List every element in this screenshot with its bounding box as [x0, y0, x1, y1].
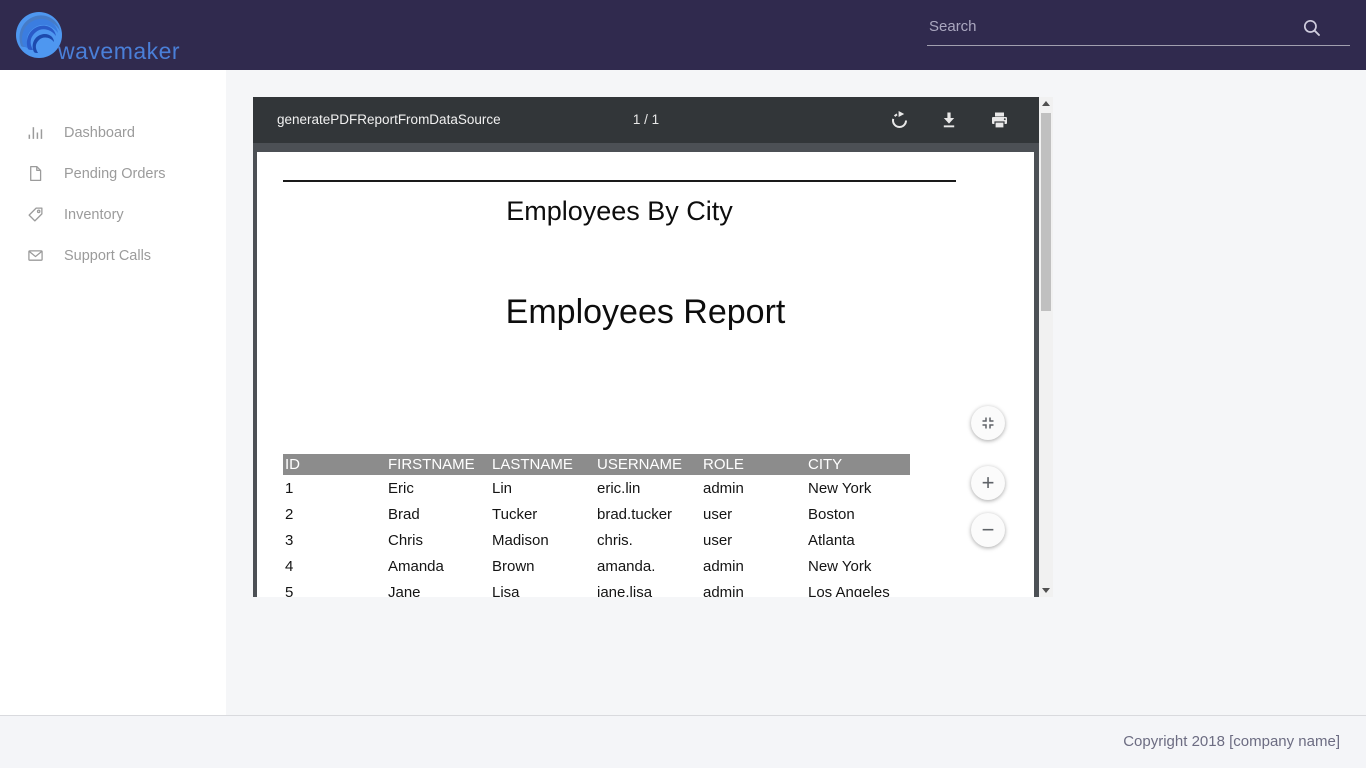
- employees-table: ID FIRSTNAME LASTNAME USERNAME ROLE CITY…: [283, 454, 910, 597]
- table-row: 3 Chris Madison chris. user Atlanta: [283, 527, 910, 553]
- zoom-in-button[interactable]: +: [971, 466, 1005, 500]
- table-cell: jane.lisa: [595, 579, 701, 597]
- table-cell: eric.lin: [595, 475, 701, 501]
- table-cell: Lisa: [490, 579, 595, 597]
- search-icon[interactable]: [1302, 18, 1322, 38]
- search-input[interactable]: [927, 14, 1350, 46]
- table-cell: Amanda: [386, 553, 490, 579]
- table-cell: admin: [701, 475, 806, 501]
- column-header: CITY: [806, 454, 910, 475]
- sidebar-item-inventory[interactable]: Inventory: [0, 194, 226, 235]
- document-title: Employees Report: [257, 293, 1034, 332]
- table-cell: 2: [283, 501, 386, 527]
- sidebar-item-pending-orders[interactable]: Pending Orders: [0, 153, 226, 194]
- table-cell: amanda.: [595, 553, 701, 579]
- table-cell: Madison: [490, 527, 595, 553]
- pdf-body: Employees By City Employees Report ID FI…: [253, 143, 1039, 597]
- table-cell: Jane: [386, 579, 490, 597]
- table-cell: Lin: [490, 475, 595, 501]
- tag-icon: [27, 206, 44, 223]
- table-row: 4 Amanda Brown amanda. admin New York: [283, 553, 910, 579]
- table-cell: 4: [283, 553, 386, 579]
- table-cell: 5: [283, 579, 386, 597]
- zoom-out-button[interactable]: −: [971, 513, 1005, 547]
- sidebar-item-label: Pending Orders: [64, 166, 166, 182]
- table-cell: user: [701, 501, 806, 527]
- pdf-scrollbar[interactable]: [1039, 97, 1053, 597]
- pdf-document-title: generatePDFReportFromDataSource: [277, 97, 501, 143]
- sidebar: Dashboard Pending Orders Inventory: [0, 70, 226, 715]
- table-row: 2 Brad Tucker brad.tucker user Boston: [283, 501, 910, 527]
- table-cell: Brad: [386, 501, 490, 527]
- sidebar-item-label: Dashboard: [64, 125, 135, 141]
- app-window: wavemaker Dashboard: [0, 0, 1366, 768]
- table-cell: New York: [806, 475, 910, 501]
- table-cell: Brown: [490, 553, 595, 579]
- table-cell: Tucker: [490, 501, 595, 527]
- document-subtitle: Employees By City: [283, 196, 956, 227]
- table-row: 1 Eric Lin eric.lin admin New York: [283, 475, 910, 501]
- table-cell: Eric: [386, 475, 490, 501]
- table-cell: Boston: [806, 501, 910, 527]
- table-cell: user: [701, 527, 806, 553]
- column-header: FIRSTNAME: [386, 454, 490, 475]
- scroll-down-arrow-icon[interactable]: [1039, 584, 1053, 597]
- table-cell: chris.: [595, 527, 701, 553]
- envelope-icon: [27, 247, 44, 264]
- scrollbar-thumb[interactable]: [1041, 113, 1051, 311]
- pdf-page: Employees By City Employees Report ID FI…: [257, 152, 1034, 597]
- app-footer: Copyright 2018 [company name]: [0, 715, 1366, 768]
- table-cell: New York: [806, 553, 910, 579]
- rotate-icon[interactable]: [889, 110, 909, 130]
- pdf-toolbar: 1 / 1 generatePDFReportFromDataSource: [253, 97, 1039, 143]
- column-header: LASTNAME: [490, 454, 595, 475]
- brand-logo[interactable]: wavemaker: [14, 4, 234, 66]
- fit-to-page-icon: [981, 416, 995, 430]
- download-icon[interactable]: [939, 110, 959, 130]
- column-header: ROLE: [701, 454, 806, 475]
- copyright-text: Copyright 2018 [company name]: [1123, 733, 1340, 750]
- column-header: USERNAME: [595, 454, 701, 475]
- app-header: wavemaker: [0, 0, 1366, 70]
- table-cell: Atlanta: [806, 527, 910, 553]
- sidebar-item-support-calls[interactable]: Support Calls: [0, 235, 226, 276]
- document-divider-line: [283, 180, 956, 182]
- search-box: [927, 14, 1350, 50]
- table-cell: admin: [701, 553, 806, 579]
- table-row: 5 Jane Lisa jane.lisa admin Los Angeles: [283, 579, 910, 597]
- column-header: ID: [283, 454, 386, 475]
- bar-chart-icon: [27, 124, 44, 141]
- print-icon[interactable]: [989, 110, 1009, 130]
- pdf-viewer: 1 / 1 generatePDFReportFromDataSource: [253, 97, 1053, 597]
- pdf-toolbar-actions: [889, 97, 1009, 143]
- sidebar-item-dashboard[interactable]: Dashboard: [0, 112, 226, 153]
- table-cell: Los Angeles: [806, 579, 910, 597]
- fit-to-page-button[interactable]: [971, 406, 1005, 440]
- brand-name: wavemaker: [58, 38, 180, 65]
- table-cell: Chris: [386, 527, 490, 553]
- table-cell: 3: [283, 527, 386, 553]
- table-cell: admin: [701, 579, 806, 597]
- sidebar-item-label: Inventory: [64, 207, 124, 223]
- table-cell: brad.tucker: [595, 501, 701, 527]
- sidebar-item-label: Support Calls: [64, 248, 151, 264]
- table-cell: 1: [283, 475, 386, 501]
- table-header-row: ID FIRSTNAME LASTNAME USERNAME ROLE CITY: [283, 454, 910, 475]
- scroll-up-arrow-icon[interactable]: [1039, 97, 1053, 110]
- document-icon: [27, 165, 44, 182]
